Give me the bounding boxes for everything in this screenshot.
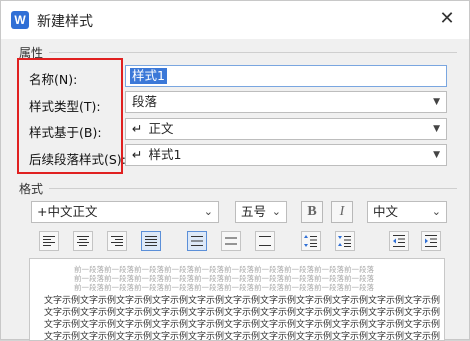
decrease-indent-button[interactable] [389,231,409,251]
decrease-paragraph-spacing-button[interactable] [301,231,321,251]
one-half-spacing-button[interactable] [221,231,241,251]
align-center-icon [77,236,89,246]
preview-previous-paragraph: 前一段落前一段落前一段落前一段落前一段落前一段落前一段落前一段落前一段落前一段落 [74,283,374,292]
align-center-button[interactable] [73,231,93,251]
bold-button[interactable]: B [301,201,323,223]
chevron-down-icon: ⌄ [271,205,281,218]
style-type-select[interactable]: 段落 ▼ [125,91,447,113]
outdent-icon [393,235,405,247]
paragraph-spacing-increase-icon [338,236,351,247]
align-justify-button[interactable] [141,231,161,251]
align-left-button[interactable] [39,231,59,251]
next-style-select[interactable]: ↵ 样式1 ▼ [125,144,447,166]
style-preview: 前一段落前一段落前一段落前一段落前一段落前一段落前一段落前一段落前一段落前一段落… [29,258,445,341]
line-spacing-double-icon [259,236,271,246]
highlight-box [17,58,123,174]
line-spacing-single-icon [191,236,203,246]
language-value: 中文 [373,204,399,219]
increase-paragraph-spacing-button[interactable] [335,231,355,251]
paragraph-return-icon: ↵ [132,147,143,162]
chevron-down-icon: ▼ [433,97,440,107]
font-size-value: 五号 [241,204,267,219]
based-on-value: 正文 [148,121,174,136]
indent-icon [425,235,437,247]
format-section-label: 格式 [19,182,44,196]
chevron-down-icon: ▼ [433,150,440,160]
wps-writer-icon: W [11,11,29,29]
based-on-select[interactable]: ↵ 正文 ▼ [125,118,447,140]
language-select[interactable]: 中文 ⌄ [367,201,447,223]
name-input-value: 样式1 [130,68,167,84]
preview-sample-text: 文字示例文字示例文字示例文字示例文字示例文字示例文字示例文字示例文字示例文字示例… [44,332,441,341]
font-size-select[interactable]: 五号 ⌄ [235,201,287,223]
next-style-value: 样式1 [148,147,182,162]
align-right-button[interactable] [107,231,127,251]
single-spacing-button[interactable] [187,231,207,251]
chevron-down-icon: ⌄ [203,205,213,218]
double-spacing-button[interactable] [255,231,275,251]
style-type-value: 段落 [132,94,158,109]
increase-indent-button[interactable] [421,231,441,251]
close-icon[interactable]: ✕ [437,9,457,29]
align-left-icon [43,236,55,246]
font-select[interactable]: +中文正文 ⌄ [31,201,219,223]
dialog-title: 新建样式 [37,14,93,30]
font-value: +中文正文 [37,204,98,219]
chevron-down-icon: ▼ [433,124,440,134]
chevron-down-icon: ⌄ [431,205,441,218]
paragraph-return-icon: ↵ [132,121,143,136]
italic-button[interactable]: I [331,201,353,223]
properties-divider [49,52,457,53]
line-spacing-half-icon [225,237,237,245]
paragraph-spacing-decrease-icon [304,235,317,247]
format-divider [49,188,457,189]
new-style-dialog: W 新建样式 ✕ 属性 名称(N): 样式1 样式类型(T): 段落 ▼ 样式基… [0,0,470,341]
title-bar: W 新建样式 ✕ [1,1,469,39]
align-justify-icon [145,236,157,246]
name-input[interactable]: 样式1 [125,65,447,87]
align-right-icon [111,236,123,246]
